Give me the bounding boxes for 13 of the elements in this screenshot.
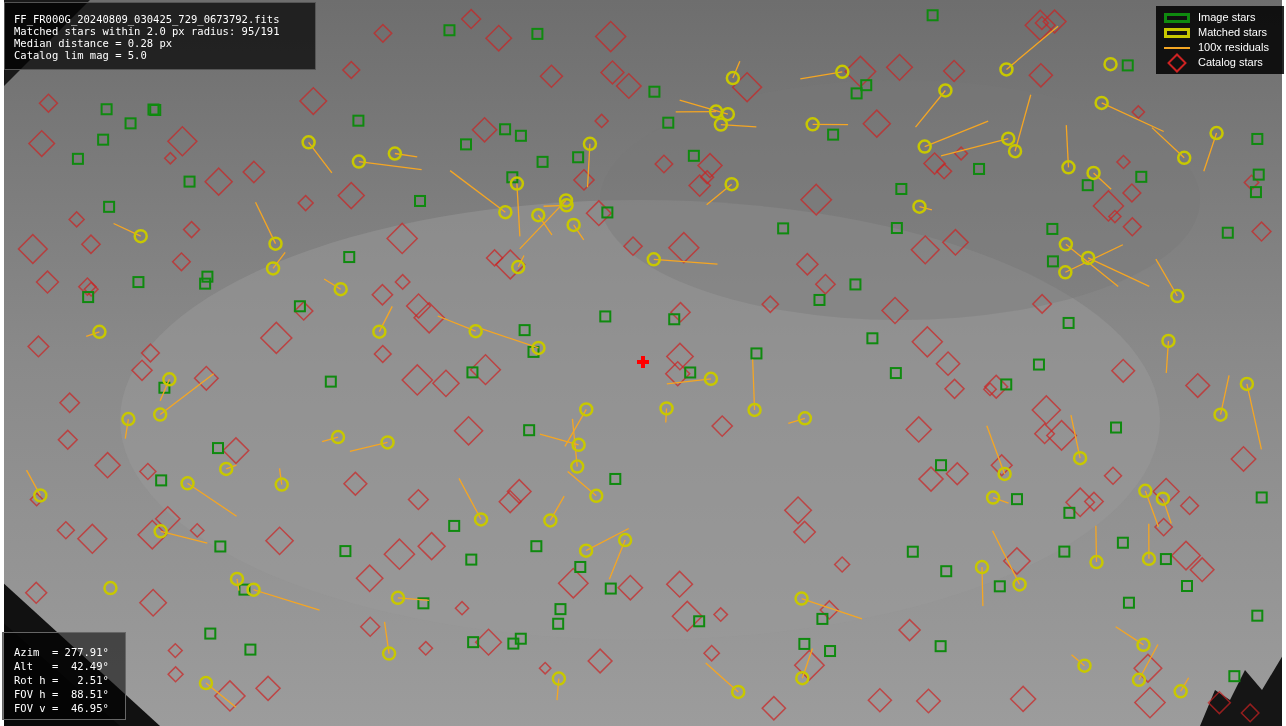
- legend-label: Matched stars: [1198, 25, 1268, 41]
- legend-label: 100x residuals: [1198, 40, 1269, 56]
- pointing-text: FOV v = 46.95°: [14, 701, 110, 715]
- legend-label: Image stars: [1198, 10, 1256, 26]
- info-text: Matched stars within 2.0 px radius: 95/191: [14, 25, 281, 37]
- pointing-text: Azim = 277.91°: [14, 645, 110, 659]
- pointing-text: FOV h = 88.51°: [14, 687, 110, 701]
- legend-label: Catalog stars: [1198, 55, 1263, 71]
- pointing-text: Alt = 42.49°: [14, 659, 110, 673]
- info-text: Catalog lim mag = 5.0: [14, 49, 148, 61]
- info-text: Median distance = 0.28 px: [14, 37, 174, 49]
- pointing-text: Rot h = 2.51°: [14, 673, 110, 687]
- info-text: FF_FR000G_20240809_030425_729_0673792.fits: [14, 13, 281, 25]
